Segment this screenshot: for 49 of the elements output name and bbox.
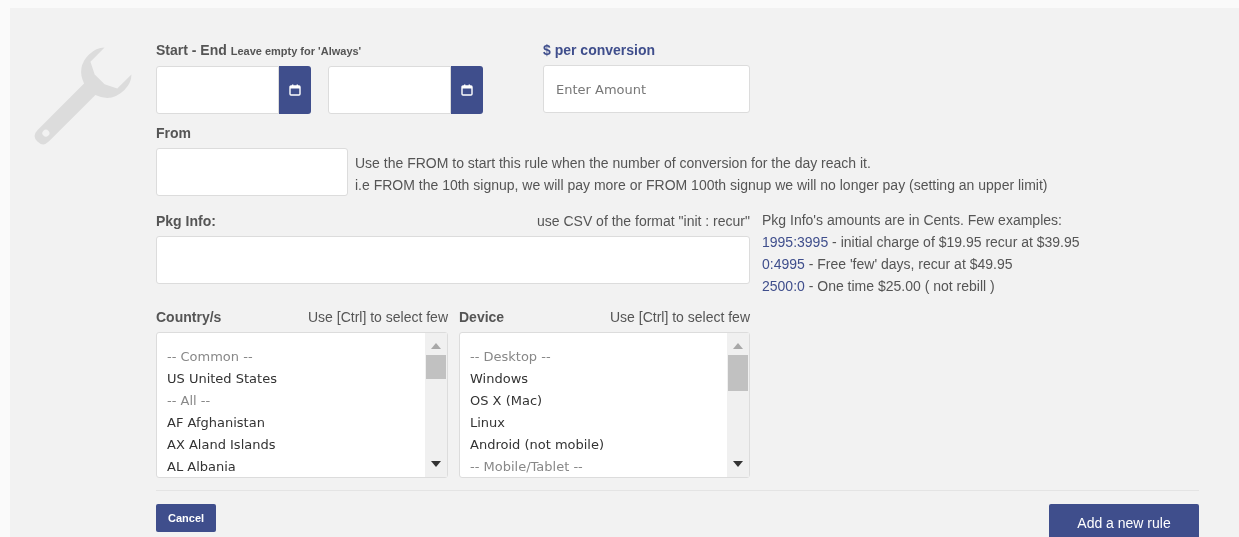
list-option[interactable]: OS X (Mac)	[470, 390, 717, 412]
list-label: Country/s	[156, 308, 222, 326]
date-input[interactable]	[156, 66, 279, 114]
multi-select-list[interactable]: -- Desktop -- Windows OS X (Mac) Linux Android (not mobile) -- Mobile/Tablet --	[459, 332, 750, 478]
date-input[interactable]	[328, 66, 451, 114]
start-end-label: Start - End	[156, 42, 227, 58]
calendar-icon	[461, 84, 473, 96]
scroll-down-icon	[431, 461, 441, 467]
calendar-icon	[289, 84, 301, 96]
pkg-info-hint: use CSV of the format "init : recur"	[536, 212, 750, 230]
pkg-notes-title: Pkg Info's amounts are in Cents. Few examples:	[762, 211, 1063, 230]
pkg-example: 0:4995 - Free 'few' days, recur at $49.95	[762, 255, 1014, 274]
list-option[interactable]: Windows	[470, 368, 717, 390]
multi-select-list[interactable]: -- Common -- US United States -- All -- AF Afghanistan AX Aland Islands AL Albania	[156, 332, 448, 478]
add-rule-button[interactable]: Add a new rule	[1049, 504, 1199, 537]
list-option: -- Common --	[167, 346, 415, 368]
scrollbar[interactable]	[727, 333, 749, 477]
scroll-down-icon	[733, 461, 743, 467]
pkg-example: 1995:3995 - initial charge of $19.95 recur at $39.95	[762, 233, 1081, 252]
calendar-button[interactable]	[279, 66, 311, 114]
amount-input[interactable]: Enter Amount	[543, 65, 750, 113]
list-option[interactable]: US United States	[167, 368, 415, 390]
list-option: -- Desktop --	[470, 346, 717, 368]
list-option[interactable]: Linux	[470, 412, 717, 434]
list-option: -- All --	[167, 390, 415, 412]
list-option[interactable]: AF Afghanistan	[167, 412, 415, 434]
scrollbar[interactable]	[425, 333, 447, 477]
cancel-button[interactable]: Cancel	[156, 504, 217, 532]
pkg-example: 2500:0 - One time $25.00 ( not rebill )	[762, 277, 996, 296]
list-option[interactable]: AX Aland Islands	[167, 434, 415, 456]
pkg-info-input[interactable]	[156, 236, 750, 284]
list-option: -- Mobile/Tablet --	[470, 456, 717, 477]
help-text: i.e FROM the 10th signup, we will pay more or FROM 100th signup we will no longer pay (setting an upper limit)	[355, 176, 1048, 195]
scroll-up-icon	[431, 343, 441, 349]
pkg-info-label: Pkg Info:	[156, 212, 216, 230]
scroll-thumb[interactable]	[728, 355, 748, 391]
scroll-up-icon	[733, 343, 743, 349]
calendar-button[interactable]	[451, 66, 483, 114]
list-option[interactable]: AL Albania	[167, 456, 415, 477]
help-text: Use the FROM to start this rule when the number of conversion for the day reach it.	[355, 154, 872, 173]
list-hint: Use [Ctrl] to select few	[307, 308, 448, 326]
start-end-hint: Leave empty for 'Always'	[230, 45, 362, 57]
amount-label: $ per conversion	[543, 42, 656, 58]
list-option[interactable]: Android (not mobile)	[470, 434, 717, 456]
from-label: From	[156, 125, 191, 141]
from-input[interactable]	[156, 148, 348, 196]
list-hint: Use [Ctrl] to select few	[609, 308, 750, 326]
scroll-thumb[interactable]	[426, 355, 446, 379]
list-label: Device	[459, 308, 505, 326]
